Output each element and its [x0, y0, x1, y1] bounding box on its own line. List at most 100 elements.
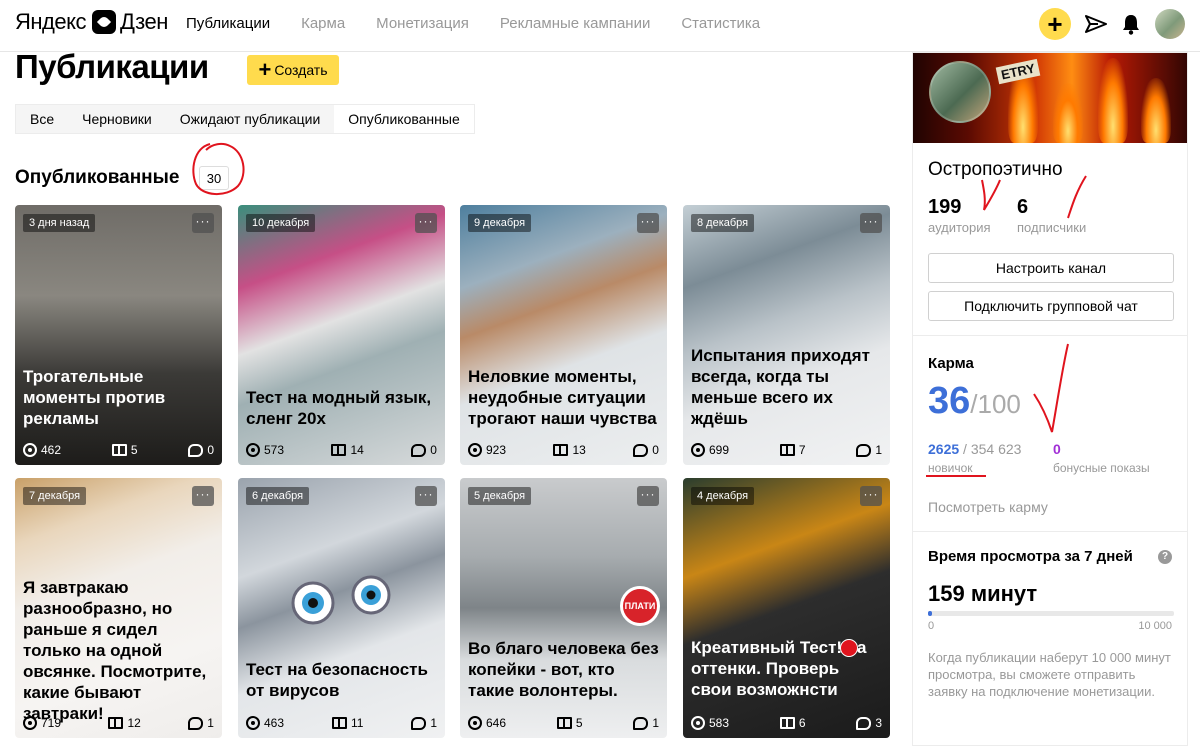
tab-drafts[interactable]: Черновики — [68, 105, 166, 133]
reads-icon — [331, 444, 347, 456]
views-count: 719 — [41, 716, 62, 730]
card-stats: 719 12 1 — [23, 716, 214, 730]
create-button-label: Создать — [274, 62, 328, 78]
channel-name[interactable]: Остропоэтично — [928, 159, 1063, 181]
nav-publications[interactable]: Публикации — [186, 15, 270, 32]
progress-min-label: 0 — [928, 620, 935, 632]
section-title: Опубликованные — [15, 167, 180, 188]
more-options-icon[interactable]: ··· — [637, 486, 659, 506]
karma-rank: 2625 / 354 623 — [928, 441, 1021, 457]
view-karma-link[interactable]: Посмотреть карму — [928, 499, 1048, 515]
subscribers-label: подписчики — [1017, 220, 1087, 235]
card-date: 4 декабря — [691, 487, 755, 505]
card-stats: 462 5 0 — [23, 443, 214, 457]
channel-panel: ETRY Остропоэтично 199 аудитория 6 подпи… — [912, 52, 1188, 746]
nav-karma[interactable]: Карма — [301, 15, 345, 32]
reads-count: 13 — [572, 443, 586, 457]
virus-eyes-image — [291, 575, 391, 625]
channel-avatar[interactable] — [929, 61, 991, 123]
reads-count: 12 — [127, 716, 141, 730]
publication-card[interactable]: 8 декабря ··· Испытания приходят всегда,… — [683, 205, 890, 465]
views-count: 463 — [264, 716, 285, 730]
comments-icon — [411, 443, 427, 457]
top-header: Яндекс Дзен Публикации Карма Монетизация… — [0, 0, 1200, 52]
comments-count: 1 — [430, 716, 437, 730]
karma-rank-total: / 354 623 — [959, 441, 1022, 457]
comments-icon — [633, 716, 649, 730]
create-button[interactable]: + Создать — [247, 55, 339, 85]
reads-icon — [779, 444, 795, 456]
reads-count: 5 — [575, 716, 583, 730]
karma-rank-label: новичок — [928, 461, 973, 475]
yandex-zen-logo[interactable]: Яндекс Дзен — [15, 9, 168, 35]
plus-icon: + — [258, 57, 272, 82]
card-date: 9 декабря — [468, 214, 532, 232]
group-chat-button[interactable]: Подключить групповой чат — [928, 291, 1174, 321]
comments-count: 1 — [652, 716, 659, 730]
help-icon[interactable]: ? — [1158, 550, 1172, 564]
nav-ad-campaigns[interactable]: Рекламные кампании — [500, 15, 650, 32]
more-options-icon[interactable]: ··· — [860, 213, 882, 233]
nav-monetization[interactable]: Монетизация — [376, 15, 469, 32]
logo-zen-text: Дзен — [119, 9, 168, 34]
comments-count: 0 — [430, 443, 437, 457]
publication-card[interactable]: 5 декабря ··· ПЛАТИ Во благо человека бе… — [460, 478, 667, 738]
card-title: Неловкие моменты, неудобные ситуации тро… — [468, 367, 657, 428]
progress-max-label: 10 000 — [1138, 620, 1172, 632]
reads-count: 11 — [350, 716, 364, 730]
card-stats: 923 13 0 — [468, 443, 659, 457]
nav-statistics[interactable]: Статистика — [681, 15, 760, 32]
audience-label: аудитория — [928, 220, 991, 235]
views-count: 646 — [486, 716, 507, 730]
tab-all[interactable]: Все — [16, 105, 68, 133]
more-options-icon[interactable]: ··· — [860, 486, 882, 506]
send-icon[interactable] — [1085, 14, 1107, 34]
comments-count: 0 — [652, 443, 659, 457]
comments-count: 0 — [207, 443, 214, 457]
audience-count: 199 — [928, 196, 962, 218]
comments-icon — [856, 443, 872, 457]
watch-time-progress-fill — [928, 611, 932, 616]
publication-card[interactable]: 4 декабря ··· Креативный Тест! на оттенк… — [683, 478, 890, 738]
views-icon — [23, 716, 37, 730]
published-count-badge: 30 — [199, 166, 229, 190]
comments-count: 1 — [207, 716, 214, 730]
more-options-icon[interactable]: ··· — [415, 213, 437, 233]
comments-icon — [856, 716, 872, 730]
publication-card[interactable]: 7 декабря ··· Я завтракаю разнообразно, … — [15, 478, 222, 738]
karma-heading: Карма — [928, 355, 974, 372]
card-date: 6 декабря — [246, 487, 310, 505]
bell-icon[interactable] — [1121, 13, 1141, 35]
publication-card[interactable]: 9 декабря ··· Неловкие моменты, неудобны… — [460, 205, 667, 465]
channel-cover: ETRY — [913, 53, 1187, 143]
card-date: 8 декабря — [691, 214, 755, 232]
watch-time-heading: Время просмотра за 7 дней — [928, 548, 1133, 565]
tab-published[interactable]: Опубликованные — [334, 105, 474, 133]
publication-card[interactable]: 6 декабря ··· Тест на безопасность от ви… — [238, 478, 445, 738]
subscribers-count: 6 — [1017, 196, 1029, 218]
watch-time-progress — [928, 611, 1174, 616]
setup-channel-button[interactable]: Настроить канал — [928, 253, 1174, 283]
more-options-icon[interactable]: ··· — [415, 486, 437, 506]
main-nav: Публикации Карма Монетизация Рекламные к… — [186, 15, 791, 32]
reads-icon — [556, 717, 572, 729]
publication-card[interactable]: 3 дня назад ··· Трогательные моменты про… — [15, 205, 222, 465]
tab-scheduled[interactable]: Ожидают публикации — [166, 105, 335, 133]
card-stats: 646 5 1 — [468, 716, 659, 730]
card-date: 5 декабря — [468, 487, 532, 505]
views-icon — [691, 443, 705, 457]
divider — [913, 531, 1187, 532]
card-stats: 573 14 0 — [246, 443, 437, 457]
zen-logo-icon — [91, 10, 116, 34]
publication-card[interactable]: 10 декабря ··· Тест на модный язык, слен… — [238, 205, 445, 465]
more-options-icon[interactable]: ··· — [192, 486, 214, 506]
views-count: 923 — [486, 443, 507, 457]
more-options-icon[interactable]: ··· — [637, 213, 659, 233]
more-options-icon[interactable]: ··· — [192, 213, 214, 233]
avatar[interactable] — [1155, 9, 1185, 39]
plus-icon[interactable]: + — [1039, 8, 1071, 40]
comments-icon — [188, 716, 204, 730]
views-icon — [468, 716, 482, 730]
bonus-value: 0 — [1053, 441, 1061, 457]
card-stats: 699 7 1 — [691, 443, 882, 457]
